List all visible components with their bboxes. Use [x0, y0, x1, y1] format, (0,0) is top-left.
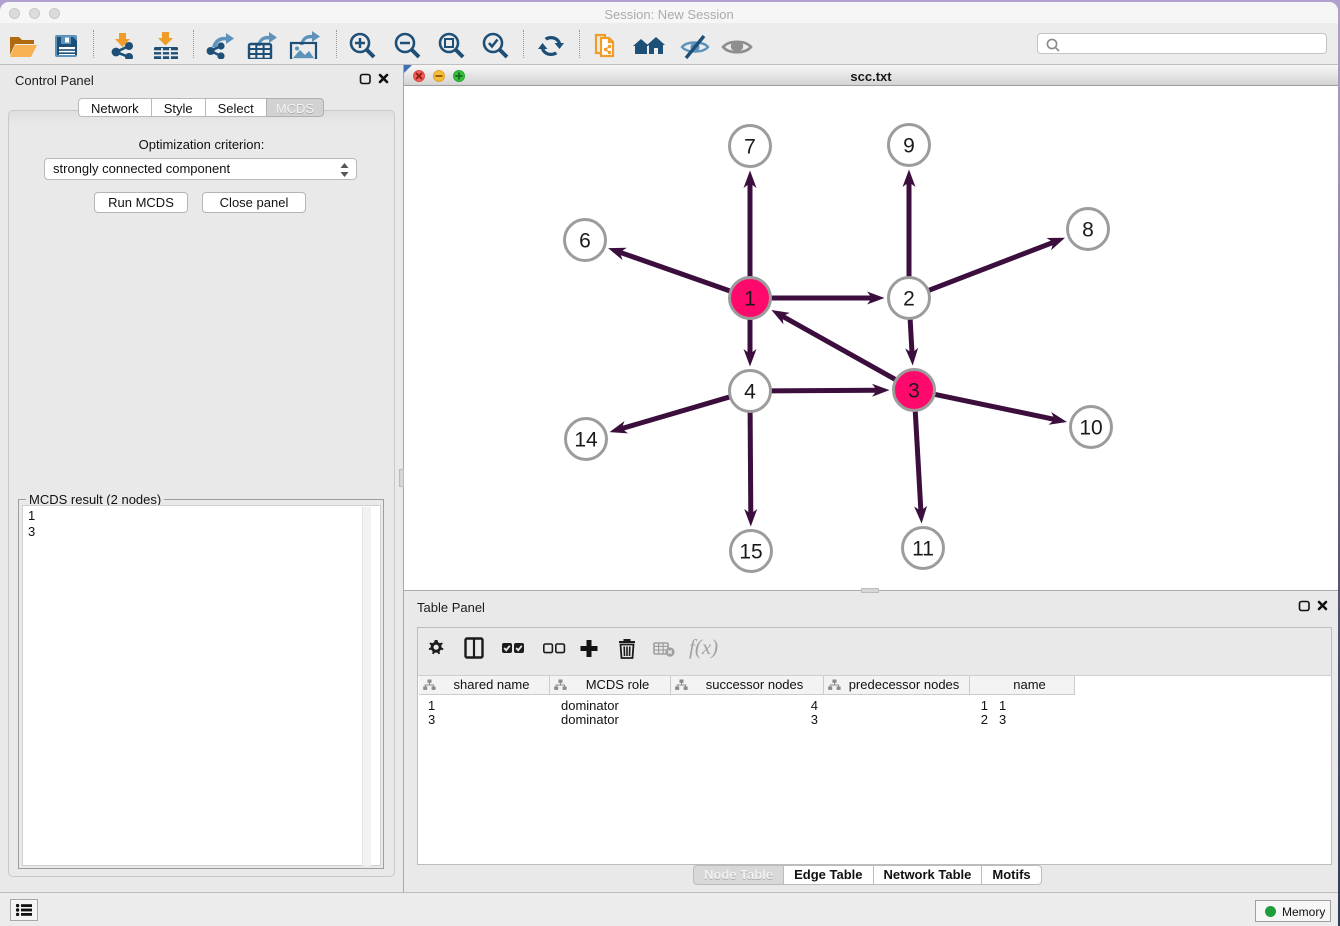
svg-text:4: 4	[744, 381, 756, 404]
svg-text:14: 14	[574, 429, 598, 452]
svg-text:11: 11	[912, 538, 934, 561]
svg-text:2: 2	[903, 288, 915, 311]
svg-text:7: 7	[744, 136, 756, 159]
svg-text:3: 3	[908, 380, 920, 403]
svg-text:15: 15	[739, 541, 762, 564]
svg-text:8: 8	[1082, 219, 1094, 242]
svg-text:10: 10	[1079, 417, 1102, 440]
svg-text:1: 1	[744, 288, 756, 311]
svg-text:9: 9	[903, 135, 915, 158]
svg-text:6: 6	[579, 230, 591, 253]
